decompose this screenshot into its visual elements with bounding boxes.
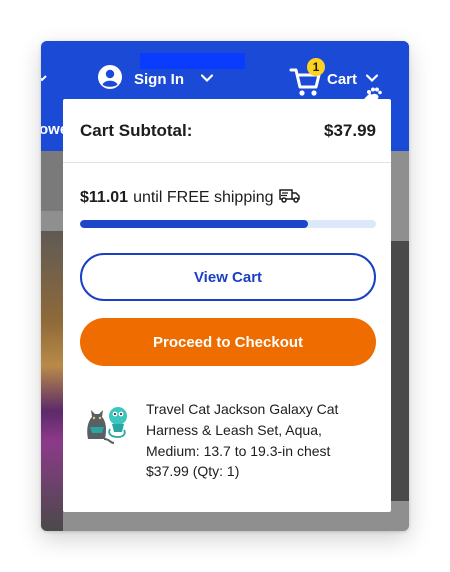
shipping-progress-bar	[80, 220, 376, 228]
background-panel	[41, 151, 63, 211]
browser-window: Sign In 1 Cart owe Cart Subtotal: $37.99…	[41, 41, 409, 531]
free-shipping-message: $11.01 until FREE shipping	[80, 187, 301, 208]
background-panel	[391, 151, 409, 531]
chevron-down-icon[interactable]	[41, 70, 47, 88]
product-thumbnail[interactable]	[80, 399, 134, 451]
cart-item: Travel Cat Jackson Galaxy Cat Harness & …	[80, 399, 376, 489]
shipping-progress-fill	[80, 220, 308, 228]
subtotal-value: $37.99	[324, 121, 376, 140]
account-icon	[97, 64, 123, 95]
product-price-quantity: $37.99 (Qty: 1)	[146, 463, 240, 479]
shipping-message-text: until FREE shipping	[133, 188, 274, 206]
background-photo	[41, 231, 63, 531]
chevron-down-icon	[365, 70, 379, 88]
proceed-to-checkout-button[interactable]: Proceed to Checkout	[80, 318, 376, 366]
chevron-down-icon	[200, 70, 214, 88]
cart-subtotal-row: Cart Subtotal: $37.99	[80, 119, 376, 143]
cart-label: Cart	[326, 70, 357, 88]
cart-dropdown: Cart Subtotal: $37.99 $11.01 until FREE …	[63, 93, 391, 512]
divider	[63, 162, 391, 163]
delivery-truck-icon	[278, 187, 301, 208]
cart-count-badge: 1	[307, 58, 325, 76]
subtotal-label: Cart Subtotal:	[80, 121, 193, 140]
product-name-link[interactable]: Travel Cat Jackson Galaxy Cat Harness & …	[146, 399, 376, 462]
shopping-cart-icon: 1	[289, 58, 325, 97]
dropdown-caret	[363, 93, 377, 100]
sign-in-button[interactable]: Sign In	[97, 64, 214, 95]
shipping-remaining-amount: $11.01	[80, 188, 129, 206]
sign-in-label: Sign In	[134, 70, 184, 88]
view-cart-button[interactable]: View Cart	[80, 253, 376, 301]
